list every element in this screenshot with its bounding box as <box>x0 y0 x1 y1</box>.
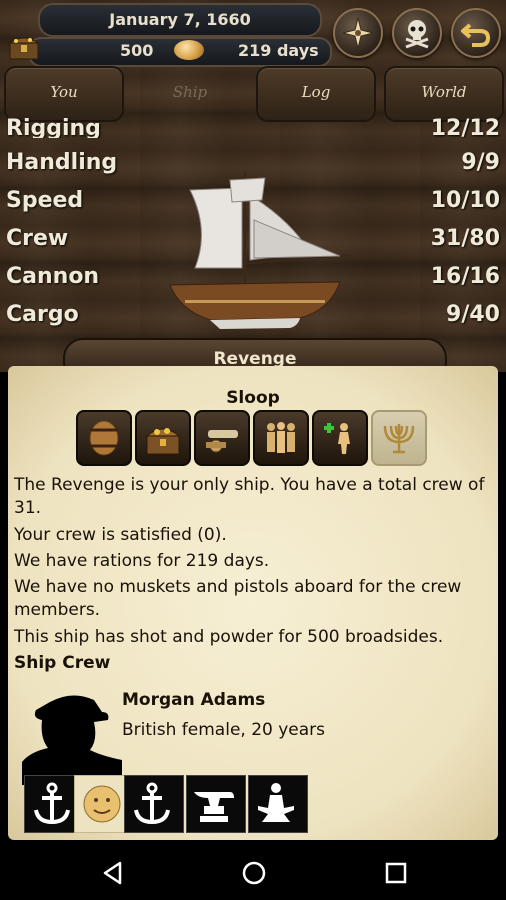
crew-portrait-silhouette[interactable] <box>22 690 122 785</box>
system-navigation-bar <box>0 843 506 900</box>
description-line-2: Your crew is satisfied (0). <box>14 525 227 545</box>
description-line-1: The Revenge is your only ship. You have … <box>14 475 485 518</box>
skull-crossbones-icon <box>405 20 429 49</box>
menorah-icon <box>383 424 415 454</box>
barrel-icon <box>89 420 119 456</box>
gold-amount: 500 <box>120 41 154 60</box>
religion-tab-button[interactable] <box>371 410 427 466</box>
stat-cannon-label: Cannon <box>6 264 100 289</box>
stat-cargo-value: 9/40 <box>446 302 500 327</box>
ship-crew-heading: Ship Crew <box>14 653 111 673</box>
crew-tab-button[interactable] <box>253 410 309 466</box>
skill-slot-5[interactable] <box>248 775 308 833</box>
rations-icon <box>174 40 204 60</box>
cannon-icon <box>206 430 238 453</box>
anvil-icon <box>194 792 234 822</box>
sloop-ship-illustration <box>169 172 351 329</box>
tab-log[interactable]: Log <box>256 66 376 122</box>
crew-member-description: British female, 20 years <box>122 720 326 740</box>
back-triangle-icon[interactable] <box>100 860 126 886</box>
description-line-5: This ship has shot and powder for 500 br… <box>14 627 444 647</box>
add-crew-icon <box>324 423 350 454</box>
rations-days: 219 days <box>238 41 319 60</box>
tab-ship[interactable]: Ship <box>130 66 250 122</box>
tab-ship-label: Ship <box>172 83 208 101</box>
crew-group-icon <box>267 422 295 453</box>
recruit-tab-button[interactable] <box>312 410 368 466</box>
stat-rigging-label: Rigging <box>6 116 101 138</box>
stat-crew-label: Crew <box>6 226 69 251</box>
home-circle-icon[interactable] <box>241 860 267 886</box>
meditating-figure-icon <box>258 783 294 822</box>
stat-cannon-value: 16/16 <box>430 264 500 289</box>
date-bar: January 7, 1660 <box>38 3 322 37</box>
tab-you[interactable]: You <box>4 66 124 122</box>
treasure-tab-button[interactable] <box>135 410 191 466</box>
tab-world-label: World <box>421 83 467 101</box>
stat-handling-value: 9/9 <box>461 150 500 175</box>
pirate-button[interactable] <box>392 8 442 58</box>
compass-button[interactable] <box>333 8 383 58</box>
recents-square-icon[interactable] <box>383 860 409 886</box>
description-line-3: We have rations for 219 days. <box>14 551 270 571</box>
stat-speed-value: 10/10 <box>430 188 500 213</box>
anchor-icon <box>134 782 170 825</box>
crew-member-name: Morgan Adams <box>122 690 266 710</box>
skill-slot-3[interactable] <box>124 775 184 833</box>
ship-type: Sloop <box>226 388 280 408</box>
date-label: January 7, 1660 <box>109 10 251 29</box>
skill-slot-1[interactable] <box>24 775 80 833</box>
anchor-icon <box>34 782 70 825</box>
tab-you-label: You <box>50 83 78 101</box>
treasure-chest-icon <box>145 428 181 455</box>
tab-world[interactable]: World <box>384 66 504 122</box>
skill-slot-4[interactable] <box>186 775 246 833</box>
undo-arrow-icon <box>461 23 491 47</box>
tab-log-label: Log <box>301 83 331 101</box>
supplies-tab-button[interactable] <box>76 410 132 466</box>
stat-rigging-value: 12/12 <box>430 116 500 138</box>
stat-crew-value: 31/80 <box>430 226 500 251</box>
cannon-tab-button[interactable] <box>194 410 250 466</box>
compass-icon <box>342 17 374 49</box>
stat-cargo-label: Cargo <box>6 302 79 327</box>
back-button[interactable] <box>451 8 501 58</box>
stat-speed-label: Speed <box>6 188 84 213</box>
stat-handling-label: Handling <box>6 150 118 175</box>
sun-face-icon <box>83 785 121 823</box>
treasure-chest-icon <box>8 37 40 60</box>
skill-slot-2[interactable] <box>74 775 130 833</box>
description-line-4: We have no muskets and pistols aboard fo… <box>14 577 462 620</box>
